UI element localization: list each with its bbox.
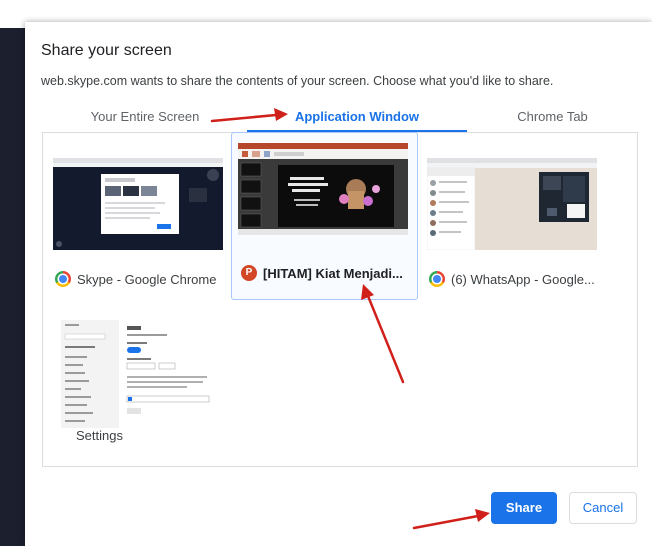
dialog-title: Share your screen	[41, 42, 172, 59]
window-thumbnail-whatsapp	[427, 158, 597, 250]
window-card-settings[interactable]	[45, 310, 225, 470]
window-thumbnail-settings	[61, 320, 213, 428]
dialog-description: web.skype.com wants to share the content…	[41, 74, 554, 88]
share-button[interactable]: Share	[491, 492, 557, 524]
chrome-icon	[55, 271, 71, 287]
chrome-icon	[429, 271, 445, 287]
window-label: (6) WhatsApp - Google...	[451, 271, 595, 287]
window-label-settings: Settings	[76, 428, 123, 443]
background-strip	[0, 0, 652, 10]
window-card-powerpoint[interactable]: P [HITAM] Kiat Menjadi...	[231, 132, 418, 300]
background-page-edge	[0, 28, 25, 546]
tab-bar: Your Entire Screen Application Window Ch…	[25, 107, 652, 135]
cancel-button[interactable]: Cancel	[569, 492, 637, 524]
tab-entire-screen[interactable]: Your Entire Screen	[65, 107, 225, 135]
window-thumbnail-powerpoint	[238, 143, 408, 235]
window-card-skype[interactable]: Skype - Google Chrome	[45, 146, 225, 301]
powerpoint-icon: P	[241, 265, 257, 281]
share-screen-dialog: Share your screen web.skype.com wants to…	[25, 22, 652, 546]
window-thumbnail-skype	[53, 158, 223, 250]
window-label: Skype - Google Chrome	[77, 271, 217, 287]
tab-chrome-tab[interactable]: Chrome Tab	[485, 107, 620, 135]
window-label: [HITAM] Kiat Menjadi...	[263, 265, 403, 281]
window-list: Skype - Google Chrome P [HITAM] Kiat Men…	[42, 132, 638, 467]
window-card-whatsapp[interactable]: (6) WhatsApp - Google...	[419, 146, 599, 301]
